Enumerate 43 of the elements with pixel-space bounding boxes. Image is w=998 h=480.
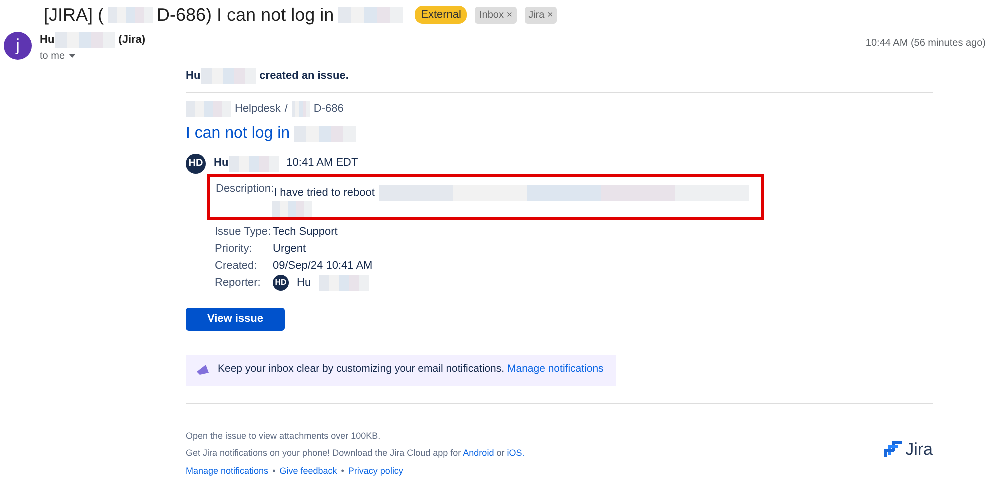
field-value: Urgent [273,242,306,257]
avatar: j [4,32,32,60]
comment-time: 10:41 AM EDT [286,156,358,172]
android-link[interactable]: Android [463,448,494,458]
project-name[interactable]: Helpdesk [235,101,281,118]
separator-dot: • [341,464,344,478]
footer-text: Open the issue to view attachments over 100KB. [186,430,382,443]
view-issue-button[interactable]: View issue [186,308,285,330]
action-text: created an issue. [260,68,349,84]
subject-text: D-686) I can not log in [157,4,334,27]
reporter-name: Hu [297,276,312,291]
field-label: Priority: [215,242,254,257]
ios-link[interactable]: iOS. [507,448,525,458]
user-avatar: HD [186,154,206,174]
manage-notifications-link[interactable]: Manage notifications [507,363,604,376]
field-label: Description: [216,182,274,196]
field-label: Created: [215,258,258,274]
label-tag[interactable]: Inbox × [475,6,517,24]
field-label: Reporter: [215,276,262,291]
footer-link[interactable]: Manage notifications [186,464,269,478]
label-tag[interactable]: Jira × [524,6,558,24]
comment-author: Hu [214,156,229,172]
issue-key[interactable]: D-686 [314,101,344,118]
footer-text: Get Jira notifications on your phone! Download the Jira Cloud app for Android or iOS. [186,447,525,460]
sender-name: Hu [40,33,55,48]
user-avatar: HD [273,275,289,291]
field-label: Issue Type: [215,224,272,240]
author-name: Hu [186,68,201,84]
description-text: I have tried to reboot [274,186,375,200]
separator-dot: • [272,464,276,478]
received-time: 10:44 AM (56 minutes ago) [866,37,987,51]
issue-title[interactable]: I can not log in [186,122,290,146]
banner-text: Keep your inbox clear by customizing your email notifications. Manage notifications [218,362,604,378]
subject-text: [JIRA] ( [44,4,104,27]
breadcrumb-separator: / [284,102,288,117]
footer-link[interactable]: Privacy policy [348,464,404,478]
footer-link[interactable]: Give feedback [280,464,338,478]
logo-text: Jira [906,438,933,460]
field-value: 09/Sep/24 10:41 AM [273,258,373,274]
field-value: Tech Support [273,224,338,240]
sender-name: (Jira) [118,33,146,48]
recipient-text: to me [40,50,66,64]
label-tag: External [415,6,468,24]
